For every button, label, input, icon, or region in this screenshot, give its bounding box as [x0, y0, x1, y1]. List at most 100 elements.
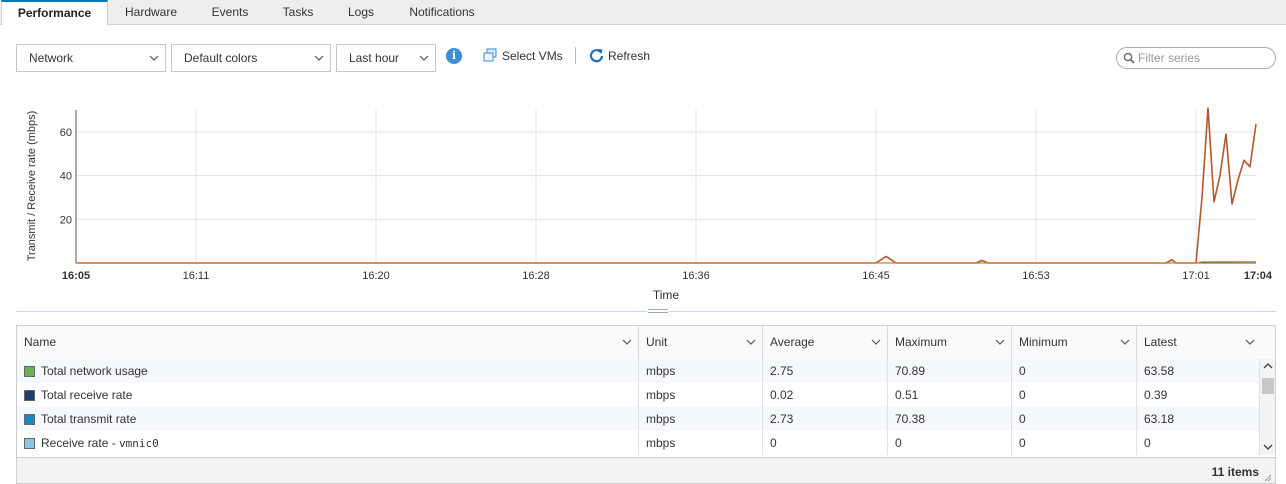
latest-cell: 0	[1144, 436, 1151, 450]
toolbar-divider	[575, 47, 576, 64]
unit-cell: mbps	[639, 431, 763, 455]
column-header-label: Unit	[646, 335, 668, 349]
filter-series-field[interactable]	[1116, 47, 1276, 69]
tab-tasks[interactable]: Tasks	[272, 0, 324, 24]
series-name: Total network usage	[41, 364, 148, 378]
unit-cell: mbps	[639, 359, 763, 383]
tab-bar: Performance Hardware Events Tasks Logs N…	[0, 0, 1286, 25]
filter-series-input[interactable]	[1138, 50, 1268, 66]
latest-cell: 0.39	[1144, 388, 1168, 402]
column-header-latest[interactable]: Latest	[1137, 326, 1275, 359]
info-icon[interactable]: i	[446, 48, 462, 64]
color-select[interactable]: Default colors	[171, 44, 331, 72]
metric-select-value: Network	[29, 51, 74, 65]
tab-performance[interactable]: Performance	[1, 0, 108, 25]
column-header-label: Latest	[1144, 335, 1177, 349]
x-axis-label: Time	[653, 288, 680, 302]
series-color-swatch[interactable]	[24, 366, 35, 377]
unit-cell: mbps	[639, 407, 763, 431]
column-header-minimum[interactable]: Minimum	[1012, 326, 1137, 359]
average-cell: 0	[763, 431, 888, 455]
color-select-value: Default colors	[184, 51, 258, 65]
y-tick-label: 60	[60, 127, 72, 139]
chevron-down-icon[interactable]	[995, 338, 1005, 346]
chevron-down-icon[interactable]	[746, 338, 756, 346]
name-cell: Total network usage	[17, 359, 639, 383]
resize-grip-icon[interactable]	[1264, 474, 1272, 482]
splitter[interactable]	[16, 311, 1276, 312]
series-name: Receive rate -	[41, 436, 120, 450]
refresh-icon	[589, 49, 604, 63]
column-header-maximum[interactable]: Maximum	[888, 326, 1012, 359]
table-scrollbar[interactable]	[1259, 359, 1275, 455]
table-footer: 11 items	[17, 457, 1275, 483]
column-header-label: Average	[770, 335, 815, 349]
chart-grid	[76, 110, 1256, 263]
table-row[interactable]: Receive rate - vmnic0 mbps 0 0 0 0	[17, 431, 1259, 455]
series-table: Name Unit Average Maximum Minimum Latest…	[16, 325, 1276, 484]
chevron-down-icon[interactable]	[871, 338, 881, 346]
y-tick-label: 20	[60, 214, 72, 226]
x-tick-label: 16:05	[62, 270, 90, 282]
chevron-down-icon	[149, 55, 159, 61]
tab-logs[interactable]: Logs	[338, 0, 384, 24]
y-tick-label: 40	[60, 171, 72, 183]
metric-select[interactable]: Network	[16, 44, 166, 72]
column-header-name[interactable]: Name	[17, 326, 639, 359]
drag-handle-icon[interactable]	[647, 308, 669, 314]
table-row[interactable]: Total network usage mbps 2.75 70.89 0 63…	[17, 359, 1259, 383]
chevron-down-icon[interactable]	[1245, 338, 1255, 346]
chevron-down-icon	[419, 55, 429, 61]
name-cell: Total receive rate	[17, 383, 639, 407]
chevron-up-icon[interactable]	[1263, 362, 1273, 370]
column-header-label: Maximum	[895, 335, 948, 349]
series-name: Total receive rate	[41, 388, 133, 402]
latest-cell: 63.58	[1144, 364, 1175, 378]
time-range-select[interactable]: Last hour	[336, 44, 436, 72]
select-vms-button[interactable]: Select VMs	[483, 48, 569, 64]
x-tick-label: 17:04	[1244, 270, 1273, 282]
name-cell: Receive rate - vmnic0	[17, 431, 639, 455]
x-tick-label: 16:36	[682, 270, 710, 282]
chevron-down-icon[interactable]	[1120, 338, 1130, 346]
series-color-swatch[interactable]	[24, 438, 35, 449]
item-count: 11 items	[1211, 465, 1259, 479]
chart-series	[76, 107, 1257, 264]
average-cell: 2.75	[763, 359, 888, 383]
refresh-button[interactable]: Refresh	[589, 48, 659, 64]
series-color-swatch[interactable]	[24, 414, 35, 425]
latest-cell: 63.18	[1144, 412, 1175, 426]
y-axis-label: Transmit / Receive rate (mbps)	[26, 111, 38, 262]
column-header-unit[interactable]: Unit	[639, 326, 763, 359]
table-row[interactable]: Total receive rate mbps 0.02 0.51 0 0.39	[17, 383, 1259, 407]
maximum-cell: 0	[888, 431, 1012, 455]
search-icon	[1123, 52, 1135, 64]
column-header-average[interactable]: Average	[763, 326, 888, 359]
select-vms-label: Select VMs	[502, 49, 563, 63]
x-tick-label: 16:20	[362, 270, 390, 282]
series-color-swatch[interactable]	[24, 390, 35, 401]
maximum-cell: 70.89	[888, 359, 1012, 383]
table-header: Name Unit Average Maximum Minimum Latest	[17, 326, 1275, 360]
tab-events[interactable]: Events	[200, 0, 260, 24]
series-line-0	[76, 107, 1257, 264]
average-cell: 2.73	[763, 407, 888, 431]
table-row[interactable]: Total transmit rate mbps 2.73 70.38 0 63…	[17, 407, 1259, 431]
time-range-select-value: Last hour	[349, 51, 400, 65]
x-tick-label: 16:28	[522, 270, 550, 282]
minimum-cell: 0	[1012, 407, 1137, 431]
unit-cell: mbps	[639, 383, 763, 407]
chevron-down-icon[interactable]	[622, 338, 632, 346]
chevron-down-icon[interactable]	[1263, 443, 1273, 451]
minimum-cell: 0	[1012, 359, 1137, 383]
x-tick-label: 16:11	[183, 270, 210, 282]
tab-notifications[interactable]: Notifications	[398, 0, 486, 24]
tab-hardware[interactable]: Hardware	[112, 0, 190, 24]
scrollbar-thumb[interactable]	[1262, 378, 1274, 394]
network-chart: 20 40 60 16:05 16:11 16:20 16:28 16:36 16:45 16:5…	[26, 107, 1273, 302]
minimum-cell: 0	[1012, 431, 1137, 455]
name-cell: Total transmit rate	[17, 407, 639, 431]
chart-axes: 20 40 60 16:05 16:11 16:20 16:28 16:36 16:45 16:5…	[60, 110, 1273, 282]
minimum-cell: 0	[1012, 383, 1137, 407]
chevron-down-icon	[314, 55, 324, 61]
